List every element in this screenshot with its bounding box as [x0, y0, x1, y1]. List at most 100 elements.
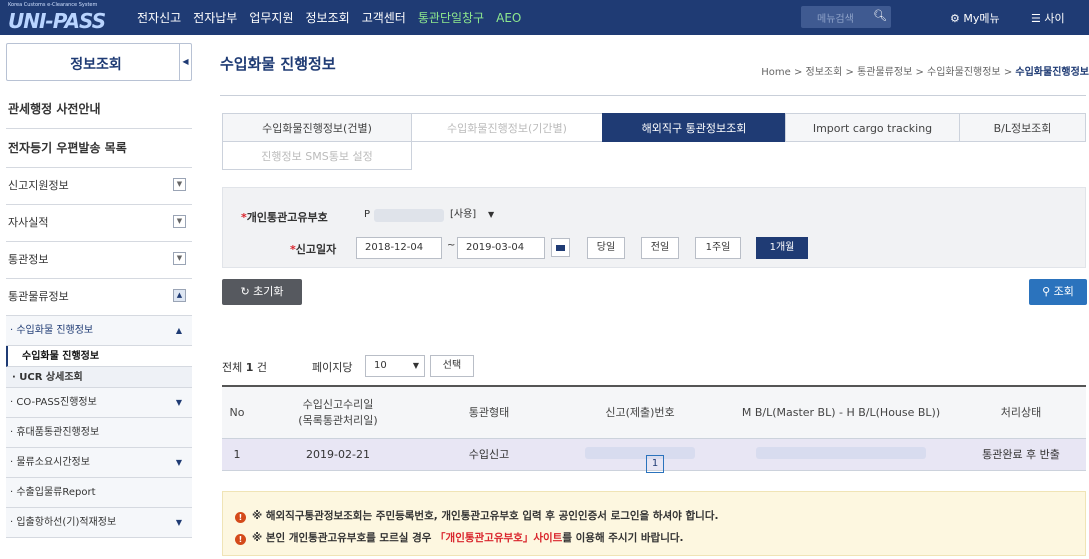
sidebar-item-customs-guide[interactable]: 관세행정 사전안내: [6, 90, 192, 129]
unipass-logo[interactable]: Korea Customs e-Clearance System UNI-PAS…: [8, 2, 128, 33]
sidebar-title-box: 정보조회 ◀: [6, 43, 192, 81]
notice-line-2: ! ※ 본인 개인통관고유부호를 모르실 경우 「개인통관고유부호」사이트를 이용…: [235, 530, 684, 545]
chevron-down-icon: ▼: [175, 398, 182, 407]
pccc-site-link[interactable]: 「개인통관고유부호」사이트: [435, 532, 562, 544]
sidebar-item-label: 신고지원정보: [8, 179, 69, 192]
breadcrumb-item[interactable]: 통관물류정보: [857, 67, 912, 78]
refresh-icon: ↻: [240, 285, 250, 298]
mymenu-label: My메뉴: [963, 12, 1000, 25]
per-page-value: 10: [374, 360, 387, 371]
sitemap-button[interactable]: ☰ 사이: [1031, 10, 1065, 26]
sidebar-item-own-results[interactable]: 자사실적 ▼: [6, 205, 192, 242]
pccc-field[interactable]: P [사용] ▼: [356, 205, 506, 227]
global-menu: 전자신고 전자납부 업무지원 정보조회 고객센터 통관단일창구 AEO: [137, 0, 533, 35]
menu-single-window[interactable]: 통관단일창구: [418, 9, 484, 26]
search-icon: ⚲: [1042, 285, 1051, 298]
period-yesterday-button[interactable]: 전일: [641, 237, 679, 259]
sidebar-sub-report[interactable]: · 수출입물류Report: [6, 478, 192, 508]
col-clearance-type: 통관형태: [424, 385, 554, 439]
calendar-icon[interactable]: [551, 238, 570, 257]
sidebar-title: 정보조회: [70, 57, 122, 73]
breadcrumb-item[interactable]: 수입화물진행정보: [927, 67, 1001, 78]
reset-label: 초기화: [253, 285, 284, 298]
col-status: 처리상태: [956, 385, 1086, 439]
select-button[interactable]: 선택: [430, 355, 474, 377]
date-separator: ~: [447, 240, 456, 251]
gear-icon: ⚙: [950, 12, 960, 25]
tab-overseas-direct-purchase[interactable]: 해외직구 통관정보조회: [602, 113, 786, 142]
period-month-button[interactable]: 1개월: [756, 237, 808, 259]
date-to-input[interactable]: 2019-03-04: [457, 237, 545, 259]
cell-report-no-masked: [554, 438, 726, 471]
sidebar-item-logistics-info[interactable]: 통관물류정보 ▲: [6, 279, 192, 316]
chevron-down-icon[interactable]: ▼: [488, 205, 494, 225]
tab-bl-inquiry[interactable]: B/L정보조회: [959, 113, 1086, 142]
sidebar-item-label: · 수출입물류Report: [10, 487, 96, 498]
sidebar: 정보조회 ◀ 관세행정 사전안내 전자등기 우편발송 목록 신고지원정보 ▼ 자사…: [0, 35, 198, 559]
sidebar-item-label: 통관물류정보: [8, 290, 69, 303]
breadcrumb-home[interactable]: Home: [761, 67, 791, 78]
menu-electronic-payment[interactable]: 전자납부: [193, 9, 237, 26]
chevron-down-icon[interactable]: ▼: [173, 252, 186, 265]
exclamation-icon: !: [235, 534, 246, 545]
sidebar-item-label: · CO-PASS진행정보: [10, 397, 97, 408]
sidebar-item-label: · 물류소요시간정보: [10, 457, 90, 468]
sidebar-item-clearance-info[interactable]: 통관정보 ▼: [6, 242, 192, 279]
hamburger-icon: ☰: [1031, 12, 1041, 25]
menu-aeo[interactable]: AEO: [496, 11, 521, 25]
sidebar-item-report-support[interactable]: 신고지원정보 ▼: [6, 168, 192, 205]
result-count: 전체 1 건: [222, 361, 268, 374]
sidebar-menu: 관세행정 사전안내 전자등기 우편발송 목록 신고지원정보 ▼ 자사실적 ▼ 통관정…: [6, 90, 192, 538]
chevron-down-icon[interactable]: ▼: [173, 215, 186, 228]
sidebar-sub-port-loading[interactable]: · 입출항하선(기)적재정보 ▼: [6, 508, 192, 538]
menu-search-box[interactable]: 메뉴검색 🔍︎: [801, 6, 891, 28]
sidebar-item-registered-mail[interactable]: 전자등기 우편발송 목록: [6, 129, 192, 168]
notice-box: ! ※ 해외직구통관정보조회는 주민등록번호, 개인통관고유부호 입력 후 공인인…: [222, 491, 1086, 556]
chevron-up-icon: ▲: [175, 326, 182, 335]
page-1-button[interactable]: 1: [646, 455, 664, 473]
date-label: *신고일자: [290, 243, 337, 256]
per-page-select[interactable]: 10 ▼: [365, 355, 425, 377]
cell-date: 2019-02-21: [252, 438, 424, 471]
reset-button[interactable]: ↻ 초기화: [222, 279, 302, 305]
sidebar-sub-copass[interactable]: · CO-PASS진행정보 ▼: [6, 388, 192, 418]
top-navigation-bar: Korea Customs e-Clearance System UNI-PAS…: [0, 0, 1089, 35]
menu-search-input[interactable]: 메뉴검색: [817, 10, 854, 25]
period-today-button[interactable]: 당일: [587, 237, 625, 259]
exclamation-icon: !: [235, 512, 246, 523]
sidebar-item-label: 전자등기 우편발송 목록: [8, 141, 127, 155]
sidebar-sub-logistics-time[interactable]: · 물류소요시간정보 ▼: [6, 448, 192, 478]
breadcrumb-current: 수입화물진행정보: [1015, 67, 1089, 78]
menu-info-inquiry[interactable]: 정보조회: [306, 9, 350, 26]
mymenu-button[interactable]: ⚙ My메뉴: [950, 10, 1000, 26]
breadcrumb: Home > 정보조회 > 통관물류정보 > 수입화물진행정보 > 수입화물진행…: [761, 67, 1089, 78]
col-bl: M B/L(Master BL) - H B/L(House BL)): [726, 385, 956, 439]
menu-customer-center[interactable]: 고객센터: [362, 9, 406, 26]
chevron-down-icon[interactable]: ▼: [173, 178, 186, 191]
date-from-input[interactable]: 2018-12-04: [356, 237, 442, 259]
tab-sms-setting[interactable]: 진행정보 SMS통보 설정: [222, 141, 412, 170]
query-button[interactable]: ⚲ 조회: [1029, 279, 1087, 305]
sidebar-item-label: 관세행정 사전안내: [8, 102, 101, 116]
title-divider: [220, 95, 1086, 96]
sidebar-subsub-ucr-detail[interactable]: · UCR 상세조회: [6, 367, 192, 388]
tab-import-by-case[interactable]: 수입화물진행정보(건별): [222, 113, 412, 142]
menu-electronic-report[interactable]: 전자신고: [137, 9, 181, 26]
sidebar-sub-import-cargo[interactable]: · 수입화물 진행정보 ▲: [6, 316, 192, 346]
chevron-up-icon[interactable]: ▲: [173, 289, 186, 302]
sidebar-subsub-import-cargo-current[interactable]: 수입화물 진행정보: [6, 346, 192, 367]
cell-type: 수입신고: [424, 438, 554, 471]
tab-import-by-period[interactable]: 수입화물진행정보(기간별): [411, 113, 603, 142]
sidebar-collapse-toggle[interactable]: ◀: [179, 43, 191, 81]
pccc-value: P: [364, 209, 371, 220]
col-report-no: 신고(제출)번호: [554, 385, 726, 439]
search-icon[interactable]: 🔍︎: [873, 9, 887, 22]
sidebar-item-label: · 수입화물 진행정보: [10, 325, 94, 336]
cell-no: 1: [222, 438, 252, 471]
menu-work-support[interactable]: 업무지원: [249, 9, 293, 26]
tab-import-cargo-tracking[interactable]: Import cargo tracking: [785, 113, 960, 142]
breadcrumb-item[interactable]: 정보조회: [806, 67, 843, 78]
period-week-button[interactable]: 1주일: [695, 237, 741, 259]
chevron-down-icon: ▼: [175, 518, 182, 527]
sidebar-sub-baggage[interactable]: · 휴대품통관진행정보: [6, 418, 192, 448]
